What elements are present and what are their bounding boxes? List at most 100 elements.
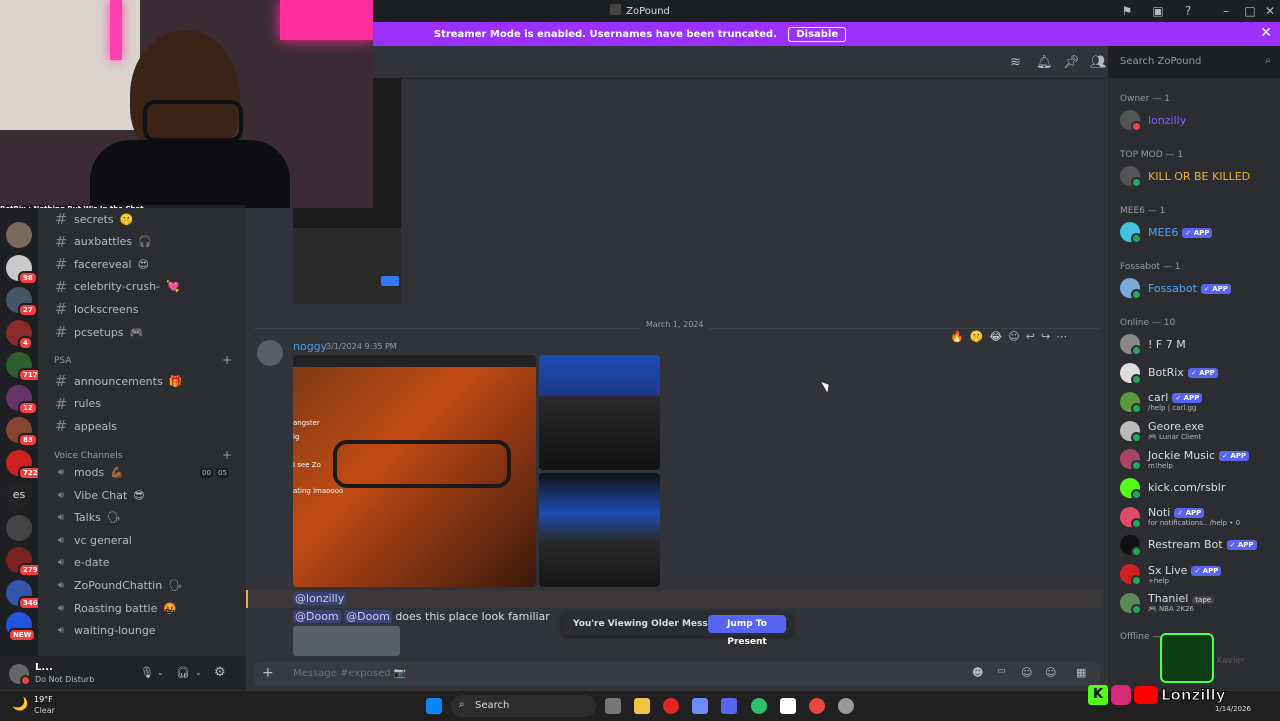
file-explorer-icon[interactable] bbox=[634, 698, 650, 714]
windows-start-icon[interactable] bbox=[426, 698, 442, 714]
message-author[interactable]: noggy bbox=[293, 340, 327, 353]
react-fire-icon[interactable]: 🔥 bbox=[950, 330, 964, 348]
channel-item[interactable]: 🔊︎ waiting-lounge bbox=[54, 624, 162, 637]
chrome-icon[interactable] bbox=[809, 698, 825, 714]
member-list-icon[interactable]: 👥︎ bbox=[1090, 55, 1107, 70]
pin-icon[interactable]: 📌︎ bbox=[1063, 55, 1080, 70]
status-online-icon bbox=[1131, 575, 1142, 587]
webcam-overlay bbox=[0, 0, 373, 208]
close-window-button[interactable]: ✕ bbox=[1262, 3, 1278, 19]
react-shh-icon[interactable]: 🤫 bbox=[970, 330, 984, 348]
inbox-icon[interactable]: ▣ bbox=[1150, 3, 1166, 19]
member-item[interactable]: Geore.exe 🎮 Lunar Client bbox=[1120, 420, 1204, 443]
member-item[interactable]: Sx Live ✓ APP +help bbox=[1120, 564, 1222, 587]
discord-taskbar-icon[interactable] bbox=[721, 698, 737, 714]
disable-button[interactable]: Disable bbox=[788, 27, 847, 42]
hashtag-icon: # bbox=[54, 417, 68, 436]
gif-icon[interactable]: ▭ bbox=[997, 666, 1006, 676]
channel-item[interactable]: # celebrity-crush- 💘 bbox=[54, 278, 180, 296]
app-icon[interactable] bbox=[838, 698, 854, 714]
channel-item[interactable]: # secrets 🤫 bbox=[54, 210, 134, 228]
attachment-image-2[interactable] bbox=[539, 355, 660, 470]
channel-item[interactable]: 🔊︎ e-date bbox=[54, 556, 116, 569]
add-reaction-icon[interactable]: ☺ bbox=[1008, 330, 1019, 348]
emoji-icon[interactable]: ☺ bbox=[1045, 666, 1056, 679]
channel-item[interactable]: # rules bbox=[54, 395, 107, 413]
member-item[interactable]: Thaniel tape 🎮 NBA 2K26 bbox=[1120, 592, 1215, 615]
channel-item[interactable]: 🔊︎ ZoPoundChattin 🗣 bbox=[54, 579, 182, 592]
member-item[interactable]: Restream Bot ✓ APP bbox=[1120, 534, 1257, 557]
server-icon[interactable]: es bbox=[6, 482, 32, 508]
category-voice[interactable]: Voice Channels bbox=[54, 451, 122, 461]
chevron-down-icon[interactable]: ⌄ bbox=[195, 668, 202, 677]
headphones-icon[interactable]: 🎧︎ bbox=[176, 666, 190, 679]
server-icon[interactable] bbox=[6, 222, 32, 248]
add-attachment-icon[interactable]: + bbox=[262, 665, 274, 681]
search-box[interactable]: Search ZoPound ⌕ bbox=[1114, 53, 1276, 72]
mention-pill[interactable]: @Doom bbox=[344, 610, 392, 623]
member-item[interactable]: KILL OR BE KILLED bbox=[1120, 166, 1250, 188]
copilot-icon[interactable] bbox=[692, 698, 708, 714]
opera-icon[interactable] bbox=[663, 698, 679, 714]
member-item[interactable]: carl ✓ APP/help | carl.gg bbox=[1120, 391, 1203, 414]
microphone-icon[interactable]: 🎙︎ bbox=[140, 666, 154, 679]
category-psa[interactable]: PSA bbox=[54, 356, 71, 366]
task-view-icon[interactable] bbox=[605, 698, 621, 714]
attachment-image-4[interactable] bbox=[293, 626, 400, 656]
avatar bbox=[1120, 278, 1142, 300]
channel-item[interactable]: # pcsetups 🎮 bbox=[54, 323, 144, 341]
channel-item[interactable]: # lockscreens bbox=[54, 300, 145, 318]
member-item[interactable]: ! F 7 M bbox=[1120, 334, 1186, 356]
flag-icon[interactable]: ⚑ bbox=[1119, 3, 1135, 19]
channel-item[interactable]: 🔊︎ mods 💪🏾 00 05 bbox=[54, 466, 229, 479]
member-item[interactable]: lonzilly bbox=[1120, 110, 1186, 132]
channel-item[interactable]: 🔊︎ Vibe Chat 😎 bbox=[54, 489, 145, 502]
channel-item[interactable]: 🔊︎ Roasting battle 🤬 bbox=[54, 602, 177, 615]
member-item[interactable]: Noti ✓ APP for notifications.. /help • 0 bbox=[1120, 506, 1240, 529]
member-item[interactable]: Jockie Music ✓ APP m!help bbox=[1120, 449, 1249, 472]
channel-item[interactable]: # auxbattles 🎧 bbox=[54, 233, 152, 251]
forward-icon[interactable]: ↪ bbox=[1041, 330, 1050, 348]
add-channel-icon[interactable]: + bbox=[222, 448, 232, 462]
app-icon[interactable] bbox=[751, 698, 767, 714]
reply-mention[interactable]: @lonzilly bbox=[293, 592, 347, 605]
channel-item[interactable]: 🔊︎ Talks 🗣 bbox=[54, 511, 121, 524]
activities-icon[interactable]: ▦ bbox=[1076, 666, 1086, 679]
taskbar-search[interactable]: ⌕ Search bbox=[451, 695, 596, 717]
channel-item[interactable]: 🔊︎ vc general bbox=[54, 534, 138, 547]
capcut-icon[interactable] bbox=[780, 698, 796, 714]
reply-icon[interactable]: ↩ bbox=[1026, 330, 1035, 348]
mention-pill[interactable]: @lonzilly bbox=[293, 592, 347, 605]
chevron-down-icon[interactable]: ⌄ bbox=[157, 668, 164, 677]
member-item[interactable]: kick.com/rsblr bbox=[1120, 477, 1225, 500]
avatar[interactable] bbox=[257, 340, 283, 366]
member-item[interactable]: Fossabot ✓ APP bbox=[1120, 278, 1231, 300]
sticker-icon[interactable]: ☺ bbox=[1021, 666, 1032, 679]
minimize-button[interactable]: – bbox=[1218, 3, 1234, 19]
member-item[interactable]: MEE6 ✓ APP bbox=[1120, 222, 1213, 244]
attachment-image-1[interactable]: angster ig I see Zo ating lmaoooo bbox=[293, 355, 536, 587]
member-item[interactable]: BotRix ✓ APP bbox=[1120, 362, 1218, 385]
notification-bell-icon[interactable]: 🔔︎ bbox=[1036, 55, 1053, 70]
jump-to-present-button[interactable]: Jump To Present bbox=[708, 615, 786, 647]
apps-icon[interactable]: ☻ bbox=[972, 666, 983, 679]
add-channel-icon[interactable]: + bbox=[222, 353, 232, 367]
mention-pill[interactable]: @Doom bbox=[293, 610, 341, 623]
help-icon[interactable]: ? bbox=[1180, 3, 1196, 19]
avatar bbox=[1120, 506, 1142, 529]
channel-item[interactable]: # appeals bbox=[54, 417, 123, 435]
threads-icon[interactable]: ≋ bbox=[1010, 55, 1021, 70]
more-options-icon[interactable]: ⋯ bbox=[1056, 330, 1067, 348]
gear-icon[interactable]: ⚙ bbox=[214, 665, 226, 680]
attachment-image-3[interactable] bbox=[539, 473, 660, 587]
channel-item[interactable]: # announcements 🎁 bbox=[54, 372, 183, 390]
close-banner-icon[interactable]: ✕ bbox=[1260, 25, 1272, 41]
message-composer[interactable]: + Message #exposed 📷 ☻ ▭ ☺ ☺ ▦ bbox=[254, 662, 1100, 686]
react-laugh-icon[interactable]: 😂 bbox=[989, 330, 1002, 348]
maximize-button[interactable]: □ bbox=[1242, 3, 1258, 19]
weather-temp[interactable]: 19°F bbox=[34, 695, 53, 704]
server-icon[interactable] bbox=[6, 514, 32, 541]
channel-item[interactable]: # facereveal 😍 bbox=[54, 255, 149, 273]
avatar[interactable] bbox=[9, 664, 31, 686]
member-name[interactable]: Xavier bbox=[1216, 656, 1245, 666]
